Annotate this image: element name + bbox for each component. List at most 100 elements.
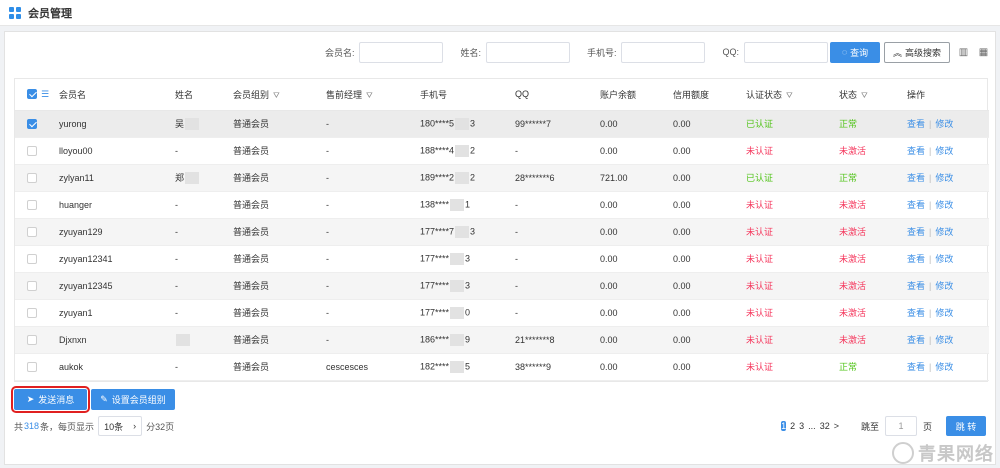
page-size-value: 10条 <box>104 421 124 432</box>
page-button[interactable]: 3 <box>799 421 804 431</box>
view-link[interactable]: 查看 <box>907 335 925 345</box>
divider: | <box>929 146 932 156</box>
row-checkbox[interactable] <box>27 253 37 264</box>
name-cell: - <box>175 280 178 291</box>
phone-input[interactable] <box>621 41 706 63</box>
view-link[interactable]: 查看 <box>907 308 925 318</box>
view-link[interactable]: 查看 <box>907 362 925 372</box>
name-input[interactable] <box>485 41 570 63</box>
phone-suffix: 3 <box>465 252 471 263</box>
qq-cell: - <box>515 226 518 237</box>
edit-link[interactable]: 修改 <box>935 335 953 345</box>
qq-input[interactable] <box>744 41 828 63</box>
edit-link[interactable]: 修改 <box>935 308 953 318</box>
name-cell: - <box>175 307 178 318</box>
phone-prefix: 177****7 <box>420 225 455 236</box>
status-cell: 未激活 <box>839 200 867 210</box>
select-all-checkbox[interactable] <box>27 89 37 100</box>
edit-link[interactable]: 修改 <box>935 254 953 264</box>
name-cell-wrap: 吴 <box>175 110 233 137</box>
credit-cell: 0.00 <box>673 334 691 345</box>
balance-cell: 0.00 <box>600 307 618 318</box>
total-count: 318 <box>24 421 40 431</box>
actions-cell: 查看 | 修改 <box>907 272 989 299</box>
phone-cell: 182**** 5 <box>420 353 515 380</box>
page-size-select[interactable]: 10条 › <box>98 416 143 436</box>
qq-cell: - <box>515 199 518 210</box>
row-checkbox[interactable] <box>27 307 37 318</box>
qq-label: QQ: <box>722 47 739 57</box>
query-label: 查询 <box>850 47 869 58</box>
edit-link[interactable]: 修改 <box>935 227 953 237</box>
name-cell-wrap <box>175 326 233 353</box>
page-button[interactable]: 1 <box>781 421 787 431</box>
edit-link[interactable]: 修改 <box>935 119 953 129</box>
qq-cell: 21*******8 <box>515 334 555 345</box>
page-unit: 页 <box>922 421 932 432</box>
row-checkbox[interactable] <box>27 334 37 345</box>
row-checkbox[interactable] <box>27 118 37 129</box>
row-checkbox[interactable] <box>27 145 37 156</box>
view-toggle-icon[interactable]: ▦ <box>977 46 990 59</box>
edit-link[interactable]: 修改 <box>935 200 953 210</box>
table-row: aukok - 普通会员 cescesces 182**** 5 38******9 0.00… <box>15 353 989 380</box>
username-input[interactable] <box>359 41 444 63</box>
filter-icon[interactable]: ⛛ <box>366 91 373 101</box>
balance-cell: 0.00 <box>600 145 618 156</box>
row-checkbox[interactable] <box>27 280 37 291</box>
phone-prefix: 188****4 <box>420 144 455 155</box>
table-row: zyuyan12345 - 普通会员 - 177**** 3 - 0.00 0.00 未认证 未激活… <box>15 272 989 299</box>
go-button[interactable]: 跳 转 <box>946 416 986 436</box>
manager-cell: - <box>326 226 329 237</box>
phone-prefix: 180****5 <box>420 117 455 128</box>
table-row: Djxnxn 普通会员 - 186**** 9 21*******8 0.00 0.00 未认证… <box>15 326 989 353</box>
edit-link[interactable]: 修改 <box>935 281 953 291</box>
filter-icon[interactable]: ⛛ <box>273 91 280 101</box>
actions-cell: 查看 | 修改 <box>907 191 989 218</box>
next-page-button[interactable]: > <box>834 421 839 431</box>
page-button[interactable]: 32 <box>820 421 830 431</box>
divider: | <box>929 200 932 210</box>
jump-input[interactable]: 1 <box>884 416 917 436</box>
name-cell: - <box>175 145 178 156</box>
username-cell: yurong <box>59 118 87 129</box>
credit-cell: 0.00 <box>673 145 691 156</box>
chevron-right-icon: › <box>133 421 137 431</box>
view-link[interactable]: 查看 <box>907 173 925 183</box>
view-link[interactable]: 查看 <box>907 281 925 291</box>
grid-icon <box>9 6 21 19</box>
view-link[interactable]: 查看 <box>907 200 925 210</box>
row-checkbox[interactable] <box>27 199 37 210</box>
send-message-button[interactable]: ➤ 发送消息 <box>11 386 90 413</box>
credit-cell: 0.00 <box>673 280 691 291</box>
actions-cell: 查看 | 修改 <box>907 353 989 380</box>
view-link[interactable]: 查看 <box>907 146 925 156</box>
table-row: zyuyan1 - 普通会员 - 177**** 0 - 0.00 0.00 未认证 未激活 查看 | 修… <box>15 299 989 326</box>
view-link[interactable]: 查看 <box>907 227 925 237</box>
row-checkbox[interactable] <box>27 361 37 372</box>
view-link[interactable]: 查看 <box>907 119 925 129</box>
divider: | <box>929 227 932 237</box>
advanced-search-button[interactable]: ︽ 高级搜索 <box>884 41 950 63</box>
list-icon[interactable]: ☰ <box>41 89 49 100</box>
edit-link[interactable]: 修改 <box>935 362 953 372</box>
auth-status-cell: 已认证 <box>746 173 774 183</box>
view-link[interactable]: 查看 <box>907 254 925 264</box>
edit-link[interactable]: 修改 <box>935 173 953 183</box>
credit-cell: 0.00 <box>673 307 691 318</box>
row-checkbox[interactable] <box>27 172 37 183</box>
set-group-button[interactable]: ✎ 设置会员组别 <box>91 389 175 410</box>
filter-icon[interactable]: ⛛ <box>861 91 868 101</box>
status-cell: 未激活 <box>839 335 867 345</box>
filter-icon[interactable]: ⛛ <box>786 91 793 101</box>
query-button[interactable]: ◌ 查询 <box>830 41 880 63</box>
phone-prefix: 177**** <box>420 306 450 317</box>
row-checkbox[interactable] <box>27 226 37 237</box>
column-settings-icon[interactable]: ▥ <box>957 46 970 59</box>
balance-cell: 0.00 <box>600 118 618 129</box>
edit-link[interactable]: 修改 <box>935 146 953 156</box>
watermark: 青果网络 <box>892 441 994 465</box>
col-group-label: 会员组别 <box>233 89 270 100</box>
qq-cell: - <box>515 280 518 291</box>
page-button[interactable]: 2 <box>790 421 795 431</box>
